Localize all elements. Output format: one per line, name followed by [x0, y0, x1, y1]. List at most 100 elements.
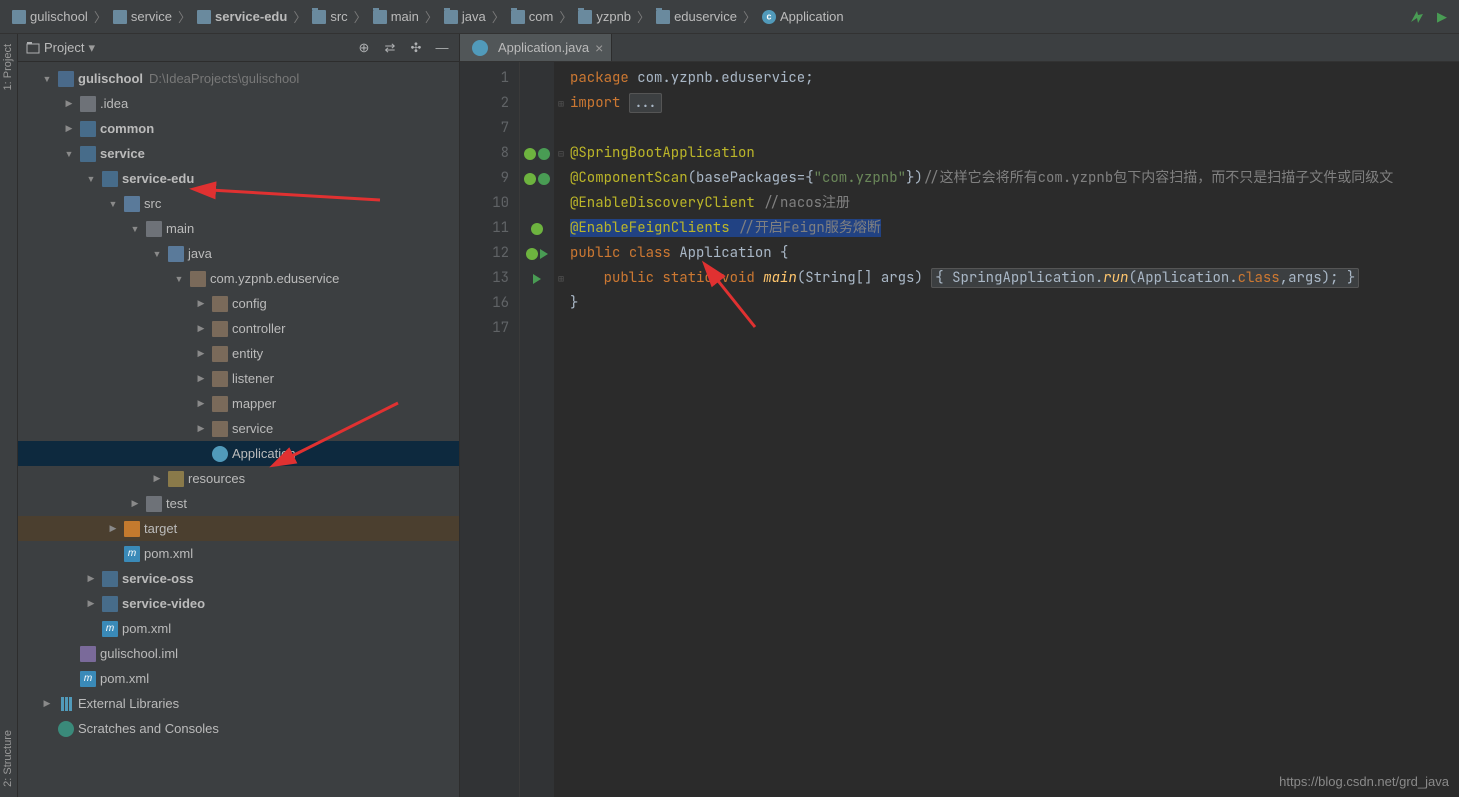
tree-arrow-icon[interactable] [62, 123, 76, 134]
mod-icon [102, 571, 118, 587]
tree-arrow-icon[interactable] [150, 249, 164, 259]
tree-item[interactable]: pom.xml [18, 616, 459, 641]
fold-icon[interactable]: ⊞ [554, 266, 568, 291]
tree-label: Application [232, 446, 296, 461]
tree-item[interactable]: test [18, 491, 459, 516]
tree-item[interactable]: listener [18, 366, 459, 391]
dir-icon [146, 221, 162, 237]
tab-project[interactable]: 1: Project [0, 34, 17, 100]
tree-item[interactable]: service [18, 141, 459, 166]
scratch-icon [58, 721, 74, 737]
tree-item[interactable]: gulischoolD:\IdeaProjects\gulischool [18, 66, 459, 91]
tree-item[interactable]: main [18, 216, 459, 241]
tree-arrow-icon[interactable] [62, 149, 76, 159]
tree-arrow-icon[interactable] [128, 498, 142, 509]
tree-arrow-icon[interactable] [172, 274, 186, 284]
tree-arrow-icon[interactable] [40, 74, 54, 84]
tree-item[interactable]: .idea [18, 91, 459, 116]
tree-item[interactable]: pom.xml [18, 666, 459, 691]
tree-arrow-icon[interactable] [194, 323, 208, 334]
tree-item[interactable]: entity [18, 341, 459, 366]
tree-item[interactable]: gulischool.iml [18, 641, 459, 666]
breadcrumb-item[interactable]: Application [758, 9, 848, 24]
tree-item[interactable]: resources [18, 466, 459, 491]
run-config-icon[interactable]: ▶ [1433, 8, 1451, 26]
breadcrumb-item[interactable]: eduservice [652, 9, 741, 24]
breadcrumb-item[interactable]: yzpnb [574, 9, 635, 24]
tree-arrow-icon[interactable] [84, 174, 98, 184]
project-tree[interactable]: gulischoolD:\IdeaProjects\gulischool.ide… [18, 62, 459, 797]
tree-label: config [232, 296, 267, 311]
tree-item[interactable]: mapper [18, 391, 459, 416]
breadcrumb-item[interactable]: src [308, 9, 351, 24]
mod-icon [102, 171, 118, 187]
m-icon [80, 671, 96, 687]
breadcrumb-item[interactable]: java [440, 9, 490, 24]
spring-gutter-icon[interactable] [526, 248, 538, 260]
tree-item[interactable]: common [18, 116, 459, 141]
editor-tab-application[interactable]: Application.java × [460, 34, 612, 61]
tree-arrow-icon[interactable] [62, 98, 76, 109]
spring2-gutter-icon[interactable] [538, 173, 550, 185]
folder-icon [312, 10, 326, 24]
tree-arrow-icon[interactable] [106, 523, 120, 534]
settings-icon[interactable]: ✣ [407, 39, 425, 57]
spring-gutter-icon[interactable] [524, 148, 536, 160]
tree-item[interactable]: pom.xml [18, 541, 459, 566]
breadcrumb-item[interactable]: service [109, 9, 176, 24]
tree-label: gulischool.iml [100, 646, 178, 661]
breadcrumb-item[interactable]: service-edu [193, 9, 291, 24]
spring2-gutter-icon[interactable] [538, 148, 550, 160]
tree-item[interactable]: target [18, 516, 459, 541]
module-icon [197, 10, 211, 24]
breadcrumb-item[interactable]: main [369, 9, 423, 24]
tree-arrow-icon[interactable] [194, 373, 208, 384]
tree-item[interactable]: Scratches and Consoles [18, 716, 459, 741]
tree-arrow-icon[interactable] [128, 224, 142, 234]
tree-label: resources [188, 471, 245, 486]
tree-item[interactable]: com.yzpnb.eduservice [18, 266, 459, 291]
run-gutter-icon[interactable] [540, 249, 548, 259]
breadcrumb-item[interactable]: gulischool [8, 9, 92, 24]
run-gutter-icon[interactable] [533, 274, 541, 284]
locate-icon[interactable]: ⊕ [355, 39, 373, 57]
spring-gutter-icon[interactable] [524, 173, 536, 185]
tree-item[interactable]: service-oss [18, 566, 459, 591]
tree-label: java [188, 246, 212, 261]
breadcrumb-item[interactable]: com [507, 9, 558, 24]
hide-icon[interactable]: — [433, 39, 451, 57]
tree-item[interactable]: config [18, 291, 459, 316]
tree-item[interactable]: controller [18, 316, 459, 341]
fold-icon[interactable]: ⊟ [554, 141, 568, 166]
tree-arrow-icon[interactable] [150, 473, 164, 484]
tree-label: main [166, 221, 194, 236]
tree-label: pom.xml [100, 671, 149, 686]
tree-arrow-icon[interactable] [194, 423, 208, 434]
tree-item[interactable]: service-edu [18, 166, 459, 191]
tree-item[interactable]: java [18, 241, 459, 266]
tree-item[interactable]: External Libraries [18, 691, 459, 716]
expand-all-icon[interactable]: ⇄ [381, 39, 399, 57]
fold-icon[interactable]: ⊞ [554, 91, 568, 116]
build-icon[interactable] [1409, 9, 1425, 25]
pkg-icon [212, 396, 228, 412]
tree-arrow-icon[interactable] [194, 298, 208, 309]
tree-arrow-icon[interactable] [106, 199, 120, 209]
tree-label: src [144, 196, 161, 211]
tree-item[interactable]: service-video [18, 591, 459, 616]
tree-item[interactable]: Application [18, 441, 459, 466]
tree-label: Scratches and Consoles [78, 721, 219, 736]
tree-arrow-icon[interactable] [40, 698, 54, 709]
tree-item[interactable]: src [18, 191, 459, 216]
watermark: https://blog.csdn.net/grd_java [1279, 774, 1449, 789]
spring-gutter-icon[interactable] [531, 223, 543, 235]
tree-item[interactable]: service [18, 416, 459, 441]
tree-label: test [166, 496, 187, 511]
close-icon[interactable]: × [595, 40, 603, 56]
tree-arrow-icon[interactable] [194, 398, 208, 409]
tree-arrow-icon[interactable] [194, 348, 208, 359]
tab-structure[interactable]: 2: Structure [0, 720, 17, 797]
tree-arrow-icon[interactable] [84, 598, 98, 609]
tree-arrow-icon[interactable] [84, 573, 98, 584]
code-editor[interactable]: 12789101112131617 ⊞⊟⊞ package com.yzpnb.… [460, 62, 1459, 797]
